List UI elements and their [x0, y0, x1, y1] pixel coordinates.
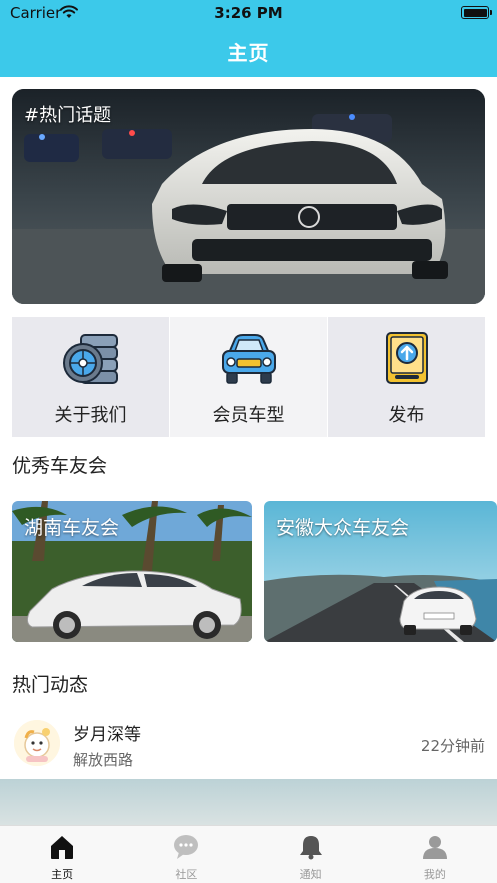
club-anhui-name: 安徽大众车友会 — [276, 517, 410, 539]
tab-home-label: 主页 — [51, 868, 74, 881]
clock: 3:26 PM — [214, 4, 283, 22]
tab-community[interactable]: 社区 — [124, 826, 248, 883]
battery-icon — [461, 6, 492, 19]
car-front-icon — [221, 334, 276, 384]
tab-bar: 主页 社区 通知 我的 — [0, 825, 497, 883]
post-image-preview[interactable] — [0, 779, 497, 825]
status-bar: Carrier 3:26 PM — [0, 0, 497, 26]
about-us-button[interactable]: 关于我们 — [12, 317, 170, 437]
publish-button[interactable]: 发布 — [328, 317, 485, 437]
publish-upload-icon — [385, 332, 428, 384]
feed-post[interactable]: 岁月深等 解放西路 22分钟前 — [0, 712, 497, 778]
member-models-label: 会员车型 — [212, 405, 285, 426]
page-title: 主页 — [227, 41, 270, 65]
nav-bar: 主页 — [0, 26, 497, 77]
tab-mine[interactable]: 我的 — [373, 826, 497, 883]
quick-action-grid: 关于我们 会员车型 发布 — [12, 317, 485, 437]
tab-home[interactable]: 主页 — [0, 826, 124, 883]
about-us-label: 关于我们 — [54, 405, 127, 426]
post-time-ago: 22分钟前 — [420, 737, 485, 755]
bell-icon — [299, 836, 322, 860]
tab-community-label: 社区 — [175, 868, 198, 881]
avatar[interactable] — [14, 720, 60, 766]
post-username: 岁月深等 — [73, 725, 141, 745]
banner-caption: #热门话题 — [24, 105, 112, 126]
home-icon — [51, 836, 74, 859]
club-card-anhui[interactable]: 安徽大众车友会 — [264, 501, 497, 642]
club-card-hunan[interactable]: 湖南车友会 — [12, 501, 252, 642]
user-icon — [422, 836, 447, 859]
chat-bubble-icon — [174, 835, 199, 859]
hot-topic-banner[interactable]: #热门话题 — [12, 89, 485, 304]
tab-mine-label: 我的 — [423, 868, 446, 881]
club-hunan-name: 湖南车友会 — [24, 517, 120, 539]
tab-notifications[interactable]: 通知 — [249, 826, 373, 883]
publish-label: 发布 — [388, 405, 425, 426]
post-location: 解放西路 — [73, 751, 134, 769]
member-models-button[interactable]: 会员车型 — [170, 317, 328, 437]
tab-notifications-label: 通知 — [299, 868, 322, 881]
feed-section-title: 热门动态 — [12, 674, 89, 696]
tire-icon — [62, 334, 118, 384]
clubs-section-title: 优秀车友会 — [12, 455, 108, 477]
user-avatar-image — [14, 720, 60, 766]
